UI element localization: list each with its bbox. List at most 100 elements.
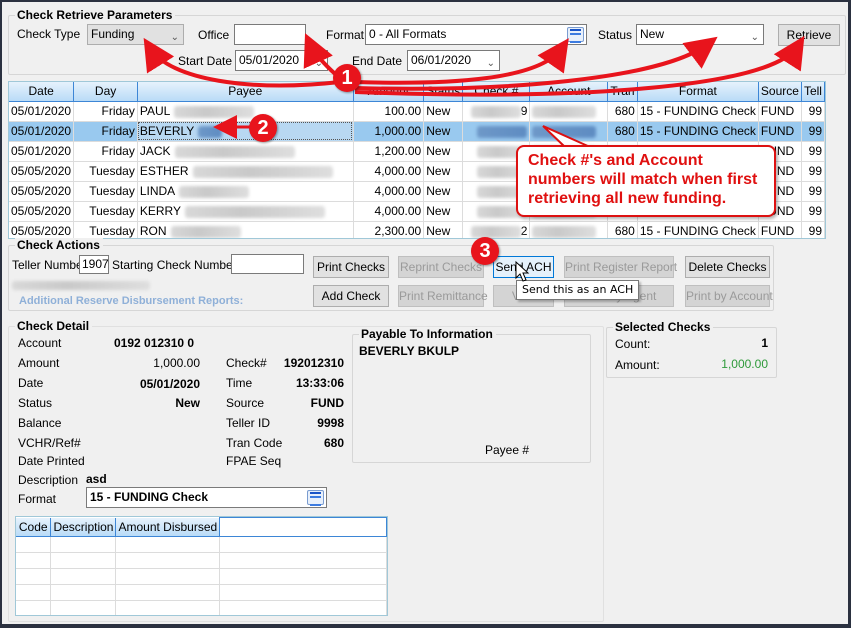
table-row[interactable] [16, 552, 387, 569]
check-no-label: Check# [226, 356, 267, 370]
cell-source: FUND [758, 221, 802, 238]
check-type-select[interactable]: Funding ⌄ [87, 24, 184, 45]
start-date-label: Start Date [178, 54, 233, 68]
reprint-checks-button[interactable]: Reprint Checks [398, 256, 484, 278]
empty-cell [219, 568, 387, 585]
cell-day: Tuesday [73, 181, 138, 202]
column-header[interactable]: Check # [462, 82, 531, 102]
table-row[interactable]: 05/01/2020 Friday PAUL 100.00 New 9 680 15 - FU… [9, 101, 825, 122]
column-header[interactable]: Status [423, 82, 464, 102]
cell-status: New [423, 221, 464, 238]
payable-to-title: Payable To Information [359, 327, 496, 341]
redacted-text [174, 145, 295, 158]
cell-day: Tuesday [73, 161, 138, 182]
format-detail-input[interactable]: 15 - FUNDING Check [86, 487, 327, 508]
table-row[interactable]: 05/05/2020 Tuesday RON 2,300.00 New 2 680 15 - … [9, 221, 825, 238]
selected-count-label: Count: [615, 337, 651, 351]
vchr-label: VCHR/Ref# [18, 436, 81, 450]
empty-cell [115, 536, 221, 553]
table-row[interactable] [16, 584, 387, 601]
column-header[interactable]: Amount [353, 82, 425, 102]
print-checks-button[interactable]: Print Checks [313, 256, 389, 278]
distribution-grid: Code Description Amount Disbursed [16, 517, 387, 615]
status-label: Status [598, 28, 633, 42]
payee-name: KERRY [139, 204, 181, 218]
column-header[interactable]: Tran [607, 82, 638, 102]
starting-check-input[interactable] [231, 254, 304, 274]
print-register-report-button[interactable]: Print Register Report [564, 256, 677, 278]
print-by-account-button[interactable]: Print by Account [685, 285, 773, 307]
chevron-down-icon: ⌄ [314, 58, 323, 69]
redacted-text [470, 225, 521, 238]
selected-checks-title: Selected Checks [613, 320, 714, 334]
cell-payee: BEVERLY [137, 121, 354, 142]
column-header[interactable]: Code [16, 517, 52, 537]
format-lookup-icon[interactable] [307, 490, 324, 506]
cell-amount: 4,000.00 [353, 201, 425, 222]
redacted-text [532, 105, 597, 118]
delete-checks-button[interactable]: Delete Checks [685, 256, 770, 278]
empty-cell [16, 552, 52, 569]
redacted-text [532, 125, 597, 138]
cell-date: 05/01/2020 [9, 121, 75, 142]
empty-cell [219, 552, 387, 569]
cell-status: New [423, 201, 464, 222]
teller-id-value: 9998 [317, 416, 344, 430]
add-check-button[interactable]: Add Check [313, 285, 389, 307]
empty-cell [50, 584, 117, 601]
send-ach-button[interactable]: Send ACH [493, 256, 554, 278]
print-remittance-button[interactable]: Print Remittance [398, 285, 488, 307]
table-row[interactable] [16, 600, 387, 615]
cell-teller: 99 [801, 201, 825, 222]
column-header[interactable]: Account [529, 82, 609, 102]
status-select[interactable]: New ⌄ [636, 24, 764, 45]
format-detail-label: Format [18, 492, 57, 506]
payee-name: ESTHER [139, 164, 189, 178]
cell-teller: 99 [801, 121, 825, 142]
column-header[interactable]: Source [758, 82, 802, 102]
table-row[interactable] [16, 536, 387, 553]
source-label: Source [226, 396, 265, 410]
end-date-picker[interactable]: 06/01/2020 ⌄ [407, 50, 500, 71]
date-printed-label: Date Printed [18, 454, 85, 468]
distribution-table[interactable]: Code Description Amount Disbursed [15, 516, 388, 616]
cell-status: New [423, 101, 464, 122]
table-row[interactable] [16, 568, 387, 585]
retrieve-button[interactable]: Retrieve [778, 24, 840, 46]
cell-teller: 99 [801, 181, 825, 202]
format-input[interactable]: 0 - All Formats [365, 24, 587, 45]
payee-name: PAUL [139, 104, 171, 118]
redacted-text [192, 165, 333, 178]
table-row[interactable]: 05/01/2020 Friday BEVERLY 1,000.00 New 680 15 … [9, 121, 825, 142]
cell-tran: 680 [607, 121, 638, 142]
column-header[interactable] [219, 517, 387, 537]
cell-date: 05/05/2020 [9, 161, 75, 182]
column-header[interactable]: Description [50, 517, 117, 537]
cell-date: 05/01/2020 [9, 141, 75, 162]
teller-number-input[interactable]: 1907 [79, 255, 109, 274]
cell-payee: ESTHER [137, 161, 354, 182]
column-header[interactable]: Day [73, 82, 138, 102]
format-lookup-icon[interactable] [567, 27, 584, 43]
annotation-marker-2: 2 [249, 114, 277, 142]
check-no-value: 192012310 [283, 356, 344, 370]
selected-amount-label: Amount: [615, 358, 660, 372]
redacted-text [170, 225, 241, 238]
column-header[interactable]: Amount Disbursed [115, 517, 221, 537]
office-label: Office [198, 28, 230, 42]
column-header[interactable]: Tell [801, 82, 825, 102]
column-header[interactable]: Format [637, 82, 759, 102]
empty-cell [50, 568, 117, 585]
office-input[interactable] [234, 24, 306, 45]
start-date-picker[interactable]: 05/01/2020 ⌄ [235, 50, 328, 71]
cell-source: FUND [758, 101, 802, 122]
payee-name: JACK [139, 144, 171, 158]
cell-amount: 1,000.00 [353, 121, 425, 142]
cell-check-number [462, 121, 531, 142]
column-header[interactable]: Date [9, 82, 75, 102]
empty-cell [219, 584, 387, 601]
cell-day: Friday [73, 121, 138, 142]
check-number-suffix: 9 [520, 104, 528, 118]
cell-source: FUND [758, 121, 802, 142]
column-header[interactable]: Payee [137, 82, 354, 102]
